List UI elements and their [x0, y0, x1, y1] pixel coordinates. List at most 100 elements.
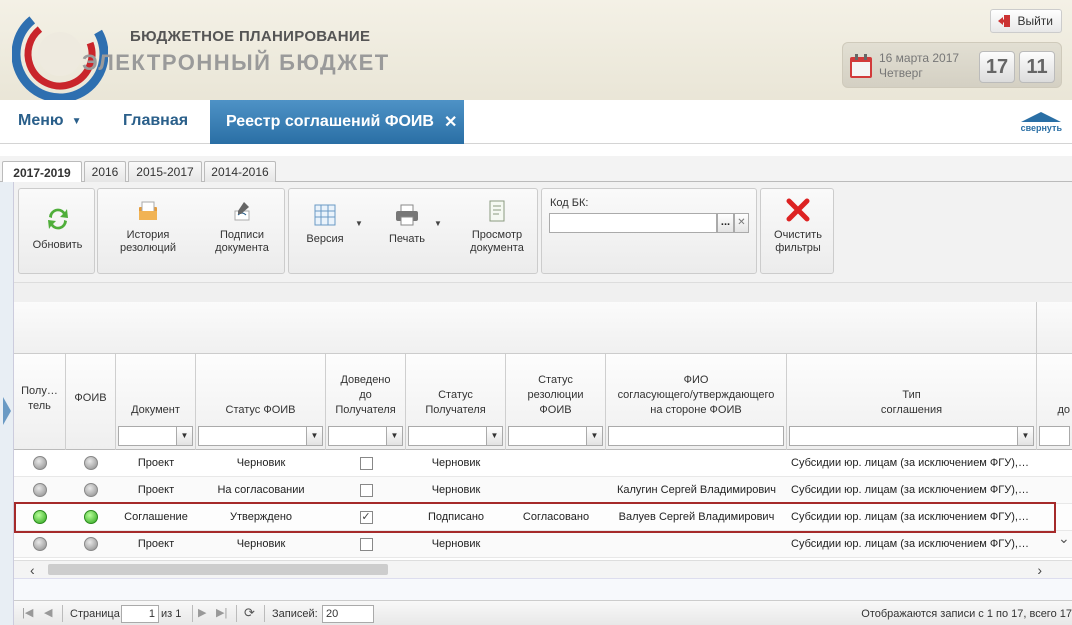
filter-type[interactable]: ▼	[789, 426, 1034, 446]
dropdown-icon[interactable]: ▼	[386, 427, 402, 445]
resolution-history-button[interactable]: История резолюций	[108, 199, 188, 255]
cell-document: Проект	[137, 457, 175, 469]
document-signatures-button[interactable]: Подписи документа	[202, 199, 282, 255]
tab-year-2[interactable]: 2015-2017	[128, 161, 202, 182]
records-per-page-input[interactable]: 20	[322, 605, 374, 623]
cell-status-recipient: Черновик	[431, 538, 481, 550]
close-tab-icon[interactable]: ✕	[444, 112, 457, 132]
caret-down-icon: ▼	[71, 115, 82, 127]
delivered-checkbox[interactable]	[359, 483, 373, 497]
filter-extra[interactable]	[1039, 426, 1070, 446]
next-page-icon[interactable]: ▶	[198, 605, 206, 621]
last-page-icon[interactable]: ▶|	[216, 605, 227, 621]
view-label-1: Просмотр	[471, 229, 523, 241]
kod-bk-input[interactable]	[549, 213, 717, 233]
version-label: Версия	[306, 233, 344, 245]
scroll-down-chevron-icon[interactable]: ⌄	[1058, 530, 1070, 547]
current-date: 16 марта 2017	[879, 51, 960, 65]
clear-label-2: фильтры	[775, 242, 821, 254]
table-row[interactable]: Проект Черновик Черновик Субсидии юр. ли…	[14, 531, 1072, 558]
cell-document: Проект	[137, 484, 175, 496]
kod-bk-label: Код БК:	[550, 197, 589, 209]
left-expand-strip[interactable]	[0, 182, 14, 625]
history-folder-icon	[139, 201, 157, 220]
filter-delivered[interactable]: ▼	[328, 426, 403, 446]
version-dropdown-icon[interactable]: ▼	[355, 219, 363, 228]
column-header-status-foiv[interactable]: Статус ФОИВ ▼	[196, 354, 326, 450]
horizontal-scrollbar[interactable]: ‹ ›	[14, 560, 1072, 578]
column-header-status-recipient[interactable]: Статус Получателя ▼	[406, 354, 506, 450]
clear-label-1: Очистить	[774, 229, 822, 241]
filter-fio[interactable]	[608, 426, 784, 446]
cell-status-recipient: Черновик	[431, 484, 481, 496]
filter-status-foiv[interactable]: ▼	[198, 426, 323, 446]
tab-year-3[interactable]: 2014-2016	[204, 161, 276, 182]
grid-top-bar	[14, 282, 1072, 302]
cell-fio	[606, 531, 787, 558]
refresh-page-icon[interactable]: ⟳	[244, 605, 255, 621]
records-label: Записей:	[272, 608, 318, 620]
scroll-left-icon[interactable]: ‹	[30, 561, 35, 579]
column-header-foiv[interactable]: ФОИВ	[66, 354, 116, 450]
date-time-panel: 16 марта 2017 Четверг 17 11	[842, 42, 1062, 88]
delivered-checkbox[interactable]	[359, 456, 373, 470]
first-page-icon[interactable]: |◀	[22, 605, 33, 621]
print-button[interactable]: Печать	[377, 203, 437, 246]
cell-type: Субсидии юр. лицам (за исключением ФГУ),…	[791, 484, 1029, 496]
dropdown-icon[interactable]: ▼	[176, 427, 192, 445]
table-row[interactable]: Проект Черновик Черновик Субсидии юр. ли…	[14, 450, 1072, 477]
kod-bk-picker-button[interactable]: ...	[717, 213, 734, 233]
logout-button[interactable]: Выйти	[990, 9, 1062, 33]
history-label-2: резолюций	[119, 242, 177, 254]
menu-button[interactable]: Меню ▼	[18, 112, 81, 130]
filter-document[interactable]: ▼	[118, 426, 193, 446]
cell-resolution	[506, 450, 606, 477]
scrollbar-thumb[interactable]	[48, 564, 388, 575]
cell-fio: Калугин Сергей Владимирович	[616, 484, 777, 496]
collapse-button[interactable]: свернуть	[1021, 112, 1062, 133]
prev-page-icon[interactable]: ◀	[44, 605, 52, 621]
column-header-extra[interactable]: до	[1037, 354, 1072, 450]
tab-year-0[interactable]: 2017-2019	[2, 161, 82, 183]
tab-agreements-registry[interactable]: Реестр соглашений ФОИВ ✕	[210, 100, 464, 144]
dropdown-icon[interactable]: ▼	[586, 427, 602, 445]
dropdown-icon[interactable]: ▼	[1017, 427, 1033, 445]
dropdown-icon[interactable]: ▼	[306, 427, 322, 445]
table-row[interactable]: Проект На согласовании Черновик Калугин …	[14, 477, 1072, 504]
tab-agreements-label: Реестр соглашений ФОИВ	[226, 113, 434, 130]
logout-label: Выйти	[1017, 14, 1053, 28]
column-header-resolution[interactable]: Статус резолюции ФОИВ ▼	[506, 354, 606, 450]
scroll-right-icon[interactable]: ›	[1037, 561, 1042, 579]
column-header-document[interactable]: Документ ▼	[116, 354, 196, 450]
nav-home[interactable]: Главная	[123, 112, 188, 130]
cell-resolution	[506, 477, 606, 504]
column-header-fio[interactable]: ФИО согласующего/утверждающего на сторон…	[606, 354, 787, 450]
brand-title: ЭЛЕКТРОННЫЙ БЮДЖЕТ	[82, 50, 390, 75]
cell-status-foiv: Черновик	[236, 538, 286, 550]
filter-status-recipient[interactable]: ▼	[408, 426, 503, 446]
version-button[interactable]: Версия	[295, 203, 355, 246]
delivered-checkbox[interactable]	[359, 537, 373, 551]
kod-bk-filter: Код БК: ... ✕	[541, 188, 757, 274]
filter-resolution[interactable]: ▼	[508, 426, 603, 446]
signatures-label-1: Подписи	[220, 229, 264, 241]
tab-year-1[interactable]: 2016	[84, 161, 126, 182]
printer-icon	[396, 204, 418, 226]
refresh-button[interactable]: Обновить	[19, 205, 96, 252]
print-dropdown-icon[interactable]: ▼	[434, 219, 442, 228]
signature-pen-icon	[234, 202, 250, 221]
kod-bk-clear-icon[interactable]: ✕	[734, 213, 749, 233]
column-header-delivered[interactable]: Доведено до Получателя ▼	[326, 354, 406, 450]
menu-label: Меню	[18, 112, 64, 129]
column-header-recipient[interactable]: Полу… тель	[14, 354, 66, 450]
column-header-type[interactable]: Тип соглашения ▼	[787, 354, 1037, 450]
signatures-label-2: документа	[215, 242, 269, 254]
cell-status-foiv: На согласовании	[217, 484, 305, 496]
view-document-button[interactable]: Просмотр документа	[457, 199, 537, 255]
cell-type: Субсидии юр. лицам (за исключением ФГУ),…	[791, 457, 1029, 469]
cell-resolution	[506, 531, 606, 558]
dropdown-icon[interactable]: ▼	[486, 427, 502, 445]
clear-filters-button[interactable]: Очистить фильтры	[761, 197, 835, 255]
status-dot-grey	[84, 456, 98, 471]
page-number-input[interactable]: 1	[121, 605, 159, 623]
